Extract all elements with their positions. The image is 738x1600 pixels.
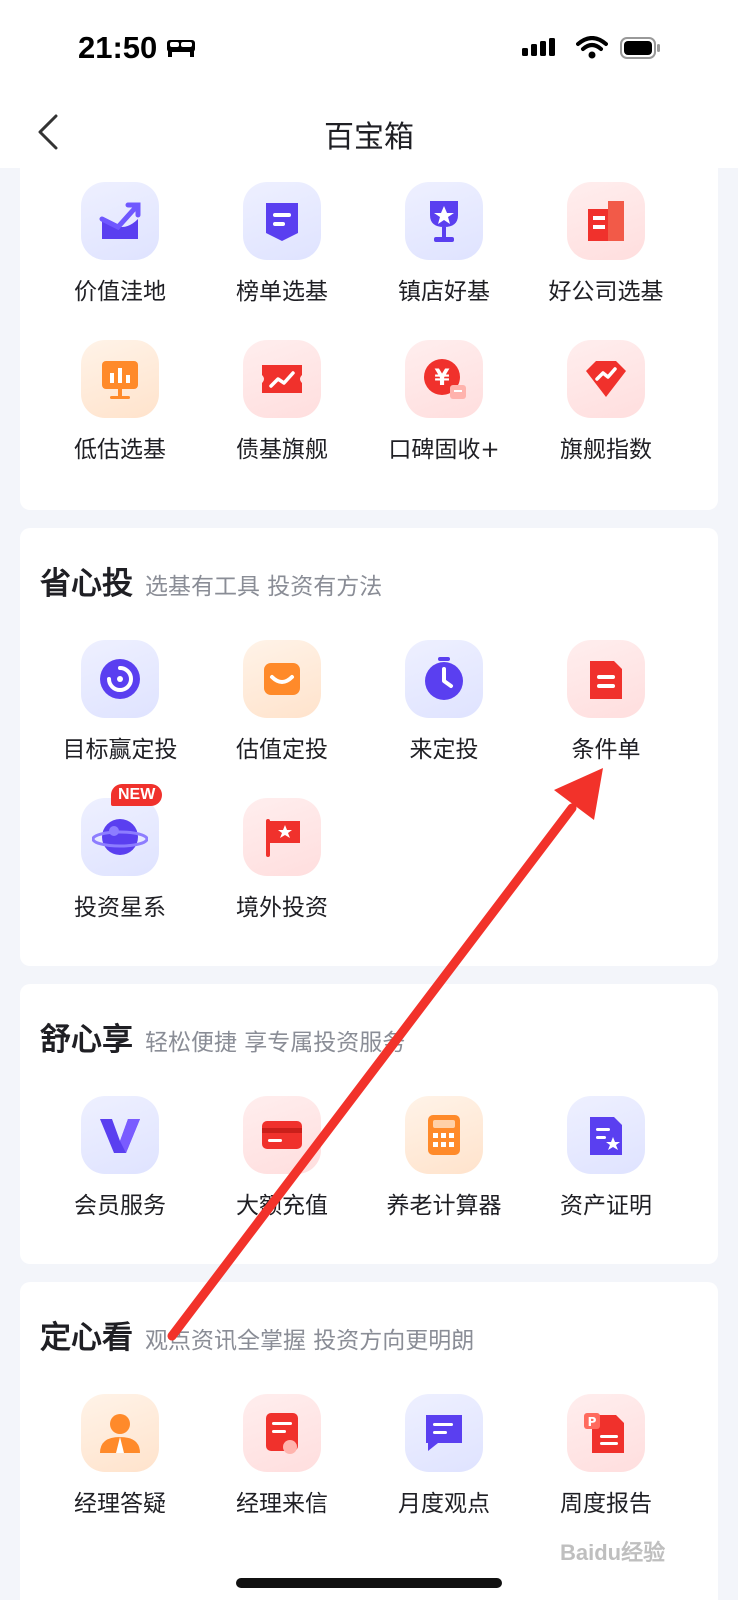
tool-monthly-view[interactable]: 月度观点 xyxy=(362,1394,526,1544)
company-building-icon xyxy=(567,182,645,260)
trophy-icon xyxy=(405,182,483,260)
certificate-icon xyxy=(567,1096,645,1174)
tool-large-recharge[interactable]: 大额充值 xyxy=(200,1096,364,1246)
calculator-icon xyxy=(405,1096,483,1174)
tool-value-depression[interactable]: 价值洼地 xyxy=(38,182,202,332)
tool-asset-certificate[interactable]: 资产证明 xyxy=(524,1096,688,1246)
tool-fixed-income[interactable]: ¥ 口碑固收+ xyxy=(362,340,526,490)
tool-label: 资产证明 xyxy=(560,1193,652,1219)
tool-label: 低估选基 xyxy=(74,437,166,463)
section-header: 定心看 观点资讯全掌握 投资方向更明朗 xyxy=(40,1312,475,1356)
tool-label: 口碑固收+ xyxy=(388,437,500,463)
tool-label: 经理答疑 xyxy=(74,1491,166,1517)
manager-avatar-icon xyxy=(81,1394,159,1472)
tool-label: 条件单 xyxy=(571,737,641,763)
tool-label: 估值定投 xyxy=(236,737,328,763)
status-bar: 21:50 xyxy=(0,0,738,100)
invest-section-card: 省心投 选基有工具 投资有方法 目标赢定投 估值定投 来定投 条件单 NEW 投… xyxy=(20,528,718,966)
enjoy-section-card: 舒心享 轻松便捷 享专属投资服务 会员服务 大额充值 养老计算器 资产证明 xyxy=(20,984,718,1264)
tool-label: 养老计算器 xyxy=(386,1193,502,1219)
tool-invest-galaxy[interactable]: NEW 投资星系 xyxy=(38,784,202,948)
section-title: 省心投 xyxy=(40,566,133,602)
wifi-icon xyxy=(576,36,608,59)
tool-label: 债基旗舰 xyxy=(236,437,328,463)
tool-undervalued[interactable]: 低估选基 xyxy=(38,340,202,490)
tool-bond-flagship[interactable]: 债基旗舰 xyxy=(200,340,364,490)
svg-text:¥: ¥ xyxy=(434,366,450,391)
tool-good-company[interactable]: 好公司选基 xyxy=(524,182,688,332)
tool-come-invest[interactable]: 来定投 xyxy=(362,640,526,790)
battery-icon xyxy=(620,37,660,59)
tool-label: 旗舰指数 xyxy=(560,437,652,463)
tool-flagship-index[interactable]: 旗舰指数 xyxy=(524,340,688,490)
tool-label: 境外投资 xyxy=(236,895,328,921)
tool-weekly-report[interactable]: P 周度报告 xyxy=(524,1394,688,1544)
ppt-report-icon: P xyxy=(567,1394,645,1472)
tool-label: 目标赢定投 xyxy=(62,737,178,763)
chat-bubble-icon xyxy=(405,1394,483,1472)
tool-label: 镇店好基 xyxy=(398,279,490,305)
tool-pension-calculator[interactable]: 养老计算器 xyxy=(362,1096,526,1246)
tool-label: 会员服务 xyxy=(74,1193,166,1219)
new-badge: NEW xyxy=(111,784,163,806)
ranking-list-icon xyxy=(243,182,321,260)
section-title: 定心看 xyxy=(40,1320,133,1356)
tool-label: 好公司选基 xyxy=(548,279,664,305)
home-indicator xyxy=(236,1578,502,1588)
tool-target-invest[interactable]: 目标赢定投 xyxy=(38,640,202,790)
section-title: 舒心享 xyxy=(40,1022,133,1058)
document-icon xyxy=(567,640,645,718)
tool-ranking-list[interactable]: 榜单选基 xyxy=(200,182,364,332)
tool-label: 榜单选基 xyxy=(236,279,328,305)
tool-label: 大额充值 xyxy=(236,1193,328,1219)
smile-box-icon xyxy=(243,640,321,718)
tool-label: 月度观点 xyxy=(398,1491,490,1517)
tool-valuation-invest[interactable]: 估值定投 xyxy=(200,640,364,790)
yuan-coin-icon: ¥ xyxy=(405,340,483,418)
page-title: 百宝箱 xyxy=(324,120,414,155)
letter-icon xyxy=(243,1394,321,1472)
tool-condition-order[interactable]: 条件单 xyxy=(524,640,688,790)
tool-label: 经理来信 xyxy=(236,1491,328,1517)
flag-icon xyxy=(243,798,321,876)
tool-label: 价值洼地 xyxy=(74,279,166,305)
section-subtitle: 轻松便捷 享专属投资服务 xyxy=(145,1030,406,1056)
sleep-mode-icon xyxy=(167,40,195,57)
tool-label: 来定投 xyxy=(409,737,479,763)
tool-label: 周度报告 xyxy=(560,1491,652,1517)
vip-v-icon xyxy=(81,1096,159,1174)
tool-overseas-invest[interactable]: 境外投资 xyxy=(200,798,364,948)
section-header: 省心投 选基有工具 投资有方法 xyxy=(40,558,383,602)
section-subtitle: 观点资讯全掌握 投资方向更明朗 xyxy=(145,1328,475,1354)
section-subtitle: 选基有工具 投资有方法 xyxy=(145,574,383,600)
baidu-watermark: Baidu经验 xyxy=(560,1540,666,1565)
top-tools-card: 价值洼地 榜单选基 镇店好基 好公司选基 低估选基 债基旗舰 ¥ 口碑固收+ 旗… xyxy=(20,160,718,510)
planet-icon: NEW xyxy=(81,784,163,876)
tool-member-service[interactable]: 会员服务 xyxy=(38,1096,202,1246)
navigation-bar: 百宝箱 xyxy=(0,100,738,168)
diamond-trend-icon xyxy=(567,340,645,418)
svg-text:P: P xyxy=(588,1415,597,1429)
tool-manager-qa[interactable]: 经理答疑 xyxy=(38,1394,202,1544)
tool-manager-letter[interactable]: 经理来信 xyxy=(200,1394,364,1544)
target-ring-icon xyxy=(81,640,159,718)
tool-label: 投资星系 xyxy=(74,895,166,921)
section-header: 舒心享 轻松便捷 享专属投资服务 xyxy=(40,1014,406,1058)
cellular-signal-icon xyxy=(522,38,555,56)
timer-icon xyxy=(405,640,483,718)
value-depression-icon xyxy=(81,182,159,260)
chart-board-icon xyxy=(81,340,159,418)
bond-ticket-icon xyxy=(243,340,321,418)
tool-trophy[interactable]: 镇店好基 xyxy=(362,182,526,332)
bank-card-icon xyxy=(243,1096,321,1174)
status-time: 21:50 xyxy=(78,30,158,65)
